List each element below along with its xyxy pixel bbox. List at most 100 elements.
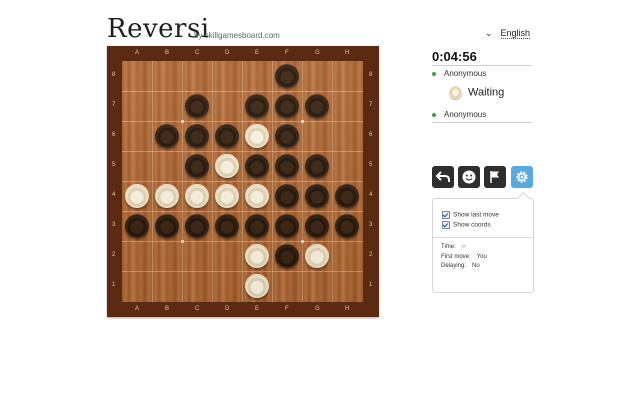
white-piece [215, 184, 239, 208]
black-piece [275, 124, 299, 148]
board-cell-f3[interactable] [272, 211, 302, 241]
board-cell-h5[interactable] [332, 151, 362, 181]
board-cell-a5[interactable] [122, 151, 152, 181]
black-piece [245, 94, 269, 118]
black-piece [275, 64, 299, 88]
board-cell-c1[interactable] [182, 271, 212, 301]
grid-line [122, 211, 363, 212]
row-label: 5 [369, 162, 373, 168]
board-cell-e5[interactable] [242, 151, 272, 181]
undo-button[interactable] [432, 166, 454, 188]
board-cell-c7[interactable] [182, 91, 212, 121]
black-piece [185, 124, 209, 148]
board-cell-h3[interactable] [332, 211, 362, 241]
grid-line [212, 61, 213, 302]
board-cell-e6[interactable] [242, 121, 272, 151]
board-cell-a4[interactable] [122, 181, 152, 211]
column-label: H [345, 306, 350, 312]
delaying-value: No [472, 263, 480, 269]
board-cell-c4[interactable] [182, 181, 212, 211]
show-coords-checkbox[interactable]: Show coords [442, 221, 491, 229]
board-cell-g5[interactable] [302, 151, 332, 181]
board-cell-h8[interactable] [332, 61, 362, 91]
panel-pointer [517, 192, 530, 205]
black-piece [185, 154, 209, 178]
board-cell-a2[interactable] [122, 241, 152, 271]
board-cell-b2[interactable] [152, 241, 182, 271]
board-cell-b1[interactable] [152, 271, 182, 301]
byline[interactable]: by skillgamesboard.com [194, 31, 280, 40]
board-cell-g4[interactable] [302, 181, 332, 211]
board-cell-e7[interactable] [242, 91, 272, 121]
board-cell-e2[interactable] [242, 241, 272, 271]
grid-line [302, 61, 303, 302]
board-cell-e1[interactable] [242, 271, 272, 301]
language-selector[interactable]: ⌄ English [485, 28, 531, 39]
board-cell-b7[interactable] [152, 91, 182, 121]
board-cell-h2[interactable] [332, 241, 362, 271]
board-cell-d4[interactable] [212, 181, 242, 211]
row-label: 6 [112, 132, 116, 138]
black-piece [125, 214, 149, 238]
row-label: 6 [369, 132, 373, 138]
board-cell-h1[interactable] [332, 271, 362, 301]
board-cell-e3[interactable] [242, 211, 272, 241]
board-cell-c8[interactable] [182, 61, 212, 91]
board-cell-g3[interactable] [302, 211, 332, 241]
board-cell-f8[interactable] [272, 61, 302, 91]
column-label: F [285, 50, 289, 56]
checkbox-checked-icon [442, 221, 450, 229]
board-cell-d6[interactable] [212, 121, 242, 151]
board-cell-f6[interactable] [272, 121, 302, 151]
board-cell-a7[interactable] [122, 91, 152, 121]
board-cell-h7[interactable] [332, 91, 362, 121]
board-cell-d2[interactable] [212, 241, 242, 271]
board-cell-b4[interactable] [152, 181, 182, 211]
board-cell-d1[interactable] [212, 271, 242, 301]
board-cell-b5[interactable] [152, 151, 182, 181]
column-label: D [225, 306, 230, 312]
board-cell-c2[interactable] [182, 241, 212, 271]
board-cell-a8[interactable] [122, 61, 152, 91]
board-cell-c5[interactable] [182, 151, 212, 181]
board-cell-c6[interactable] [182, 121, 212, 151]
board-cell-e8[interactable] [242, 61, 272, 91]
board-cell-f7[interactable] [272, 91, 302, 121]
board-cell-f2[interactable] [272, 241, 302, 271]
time-setting: Time: ∞ [441, 244, 466, 250]
board-cell-f5[interactable] [272, 151, 302, 181]
board-cell-d3[interactable] [212, 211, 242, 241]
board-cell-d7[interactable] [212, 91, 242, 121]
delaying-setting: Delaying: No [441, 263, 480, 269]
board-cell-d8[interactable] [212, 61, 242, 91]
board-cell-b3[interactable] [152, 211, 182, 241]
black-piece [335, 214, 359, 238]
grid-line [122, 121, 363, 122]
black-piece [215, 214, 239, 238]
board-cell-g7[interactable] [302, 91, 332, 121]
board-cell-a1[interactable] [122, 271, 152, 301]
board-cell-h4[interactable] [332, 181, 362, 211]
board-cell-d5[interactable] [212, 151, 242, 181]
board-cell-g1[interactable] [302, 271, 332, 301]
emoji-button[interactable] [458, 166, 480, 188]
show-last-move-checkbox[interactable]: Show last move [442, 211, 499, 219]
board-cell-e4[interactable] [242, 181, 272, 211]
board-cell-g2[interactable] [302, 241, 332, 271]
board-cell-f1[interactable] [272, 271, 302, 301]
board-cell-g6[interactable] [302, 121, 332, 151]
column-label: F [285, 306, 289, 312]
board-cell-f4[interactable] [272, 181, 302, 211]
delaying-label: Delaying: [441, 263, 467, 269]
board-cell-b8[interactable] [152, 61, 182, 91]
board-cell-b6[interactable] [152, 121, 182, 151]
divider [433, 237, 533, 238]
player-bottom-name: Anonymous [444, 110, 487, 119]
board-cell-a3[interactable] [122, 211, 152, 241]
board-cell-a6[interactable] [122, 121, 152, 151]
board-cell-g8[interactable] [302, 61, 332, 91]
board-cell-h6[interactable] [332, 121, 362, 151]
board-cell-c3[interactable] [182, 211, 212, 241]
settings-button[interactable] [511, 166, 533, 188]
resign-button[interactable] [484, 166, 506, 188]
